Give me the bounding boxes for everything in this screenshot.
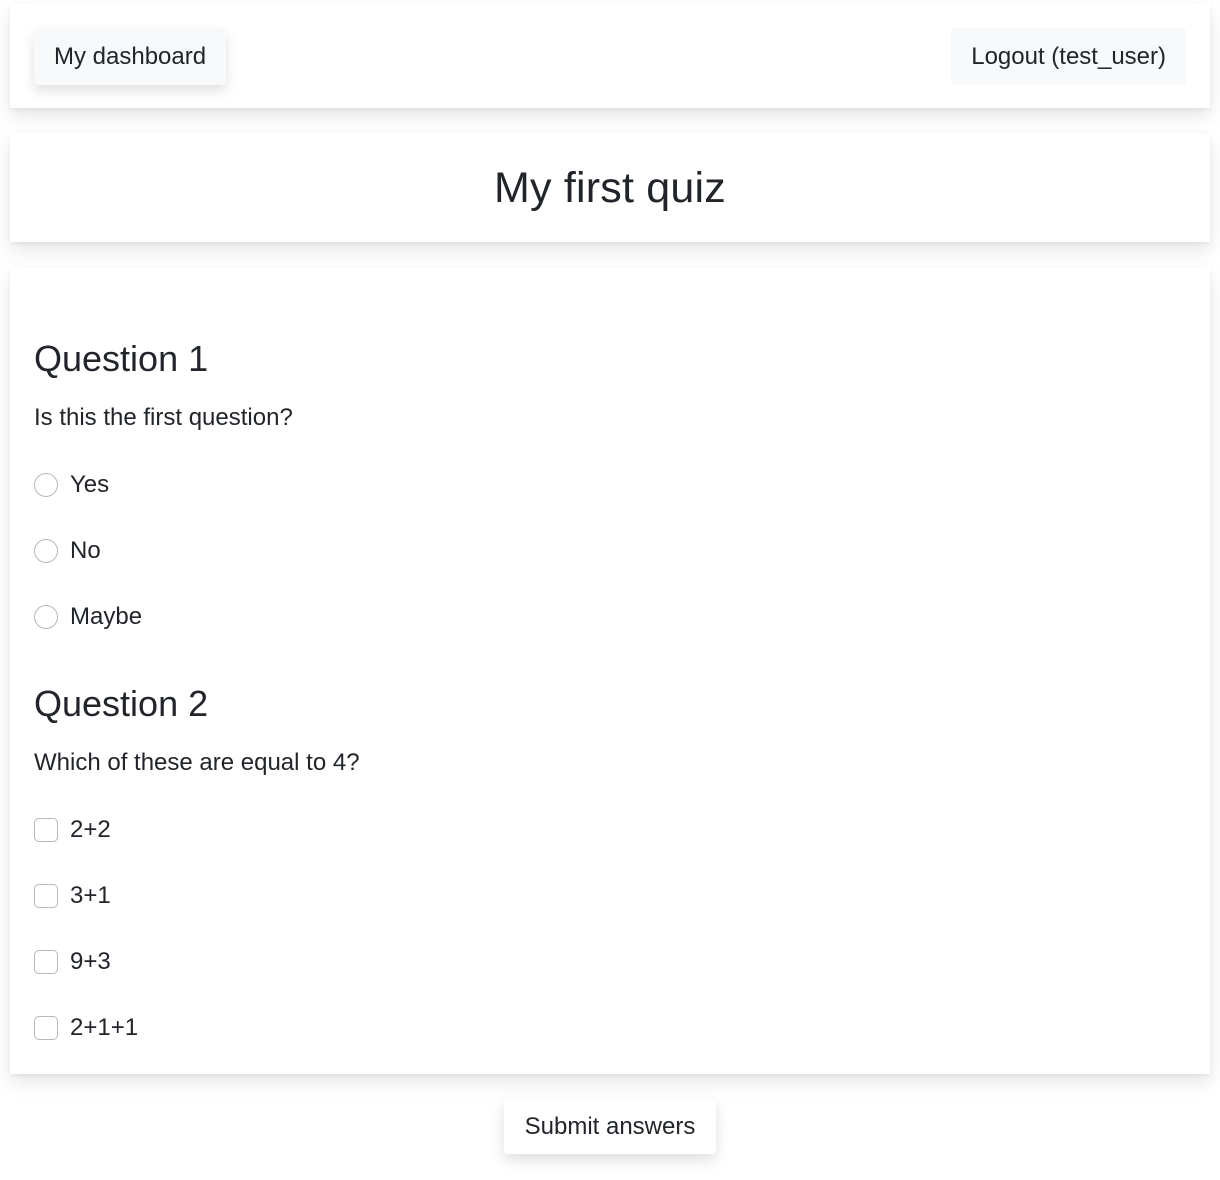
option-label: Yes xyxy=(70,471,110,498)
option-3-plus-1[interactable]: 3+1 xyxy=(34,863,1186,929)
checkbox[interactable] xyxy=(34,1016,58,1040)
logout-button[interactable]: Logout (test_user) xyxy=(951,28,1186,85)
option-label: 2+1+1 xyxy=(70,1014,139,1041)
question-2-heading: Question 2 xyxy=(34,683,209,724)
option-2-plus-2[interactable]: 2+2 xyxy=(34,797,1186,863)
question-1-heading: Question 1 xyxy=(34,338,209,379)
option-label: 9+3 xyxy=(70,948,111,975)
radio-button[interactable] xyxy=(34,605,58,629)
my-dashboard-button[interactable]: My dashboard xyxy=(34,28,227,85)
question-2-options: 2+2 3+1 9+3 2+1+1 xyxy=(34,797,1186,1061)
question-1-options: Yes No Maybe xyxy=(34,452,1186,650)
checkbox[interactable] xyxy=(34,884,58,908)
question-1-text: Is this the first question? xyxy=(34,404,293,431)
quiz-form: Question 1 Is this the first question? Y… xyxy=(10,268,1210,1074)
option-maybe[interactable]: Maybe xyxy=(34,584,1186,650)
submit-answers-button[interactable]: Submit answers xyxy=(504,1099,716,1154)
question-2-text: Which of these are equal to 4? xyxy=(34,749,360,776)
radio-button[interactable] xyxy=(34,539,58,563)
option-9-plus-3[interactable]: 9+3 xyxy=(34,929,1186,995)
option-label: No xyxy=(70,537,101,564)
option-label: 3+1 xyxy=(70,882,111,909)
option-label: 2+2 xyxy=(70,816,111,843)
checkbox[interactable] xyxy=(34,818,58,842)
option-2-plus-1-plus-1[interactable]: 2+1+1 xyxy=(34,995,1186,1061)
quiz-title-card: My first quiz xyxy=(10,134,1210,242)
question-2: Question 2 Which of these are equal to 4… xyxy=(34,681,1186,1061)
question-1: Question 1 Is this the first question? Y… xyxy=(34,336,1186,650)
page-title: My first quiz xyxy=(494,163,726,212)
checkbox[interactable] xyxy=(34,950,58,974)
option-label: Maybe xyxy=(70,603,143,630)
top-nav: My dashboard Logout (test_user) xyxy=(10,4,1210,108)
radio-button[interactable] xyxy=(34,473,58,497)
option-yes[interactable]: Yes xyxy=(34,452,1186,518)
option-no[interactable]: No xyxy=(34,518,1186,584)
